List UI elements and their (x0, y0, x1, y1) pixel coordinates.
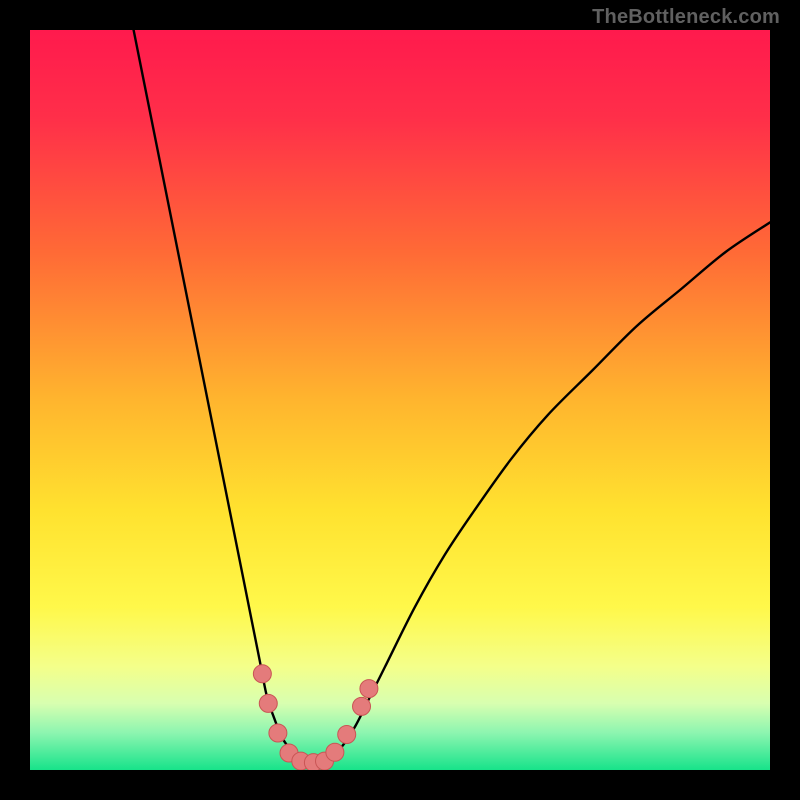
chart-svg (30, 30, 770, 770)
marker-point (353, 697, 371, 715)
marker-point (360, 680, 378, 698)
marker-point (259, 694, 277, 712)
marker-point (326, 743, 344, 761)
marker-point (338, 725, 356, 743)
attribution-label: TheBottleneck.com (592, 6, 780, 29)
gradient-background (30, 30, 770, 770)
chart-frame: TheBottleneck.com (0, 0, 800, 800)
marker-point (269, 724, 287, 742)
marker-point (253, 665, 271, 683)
plot-area (30, 30, 770, 770)
